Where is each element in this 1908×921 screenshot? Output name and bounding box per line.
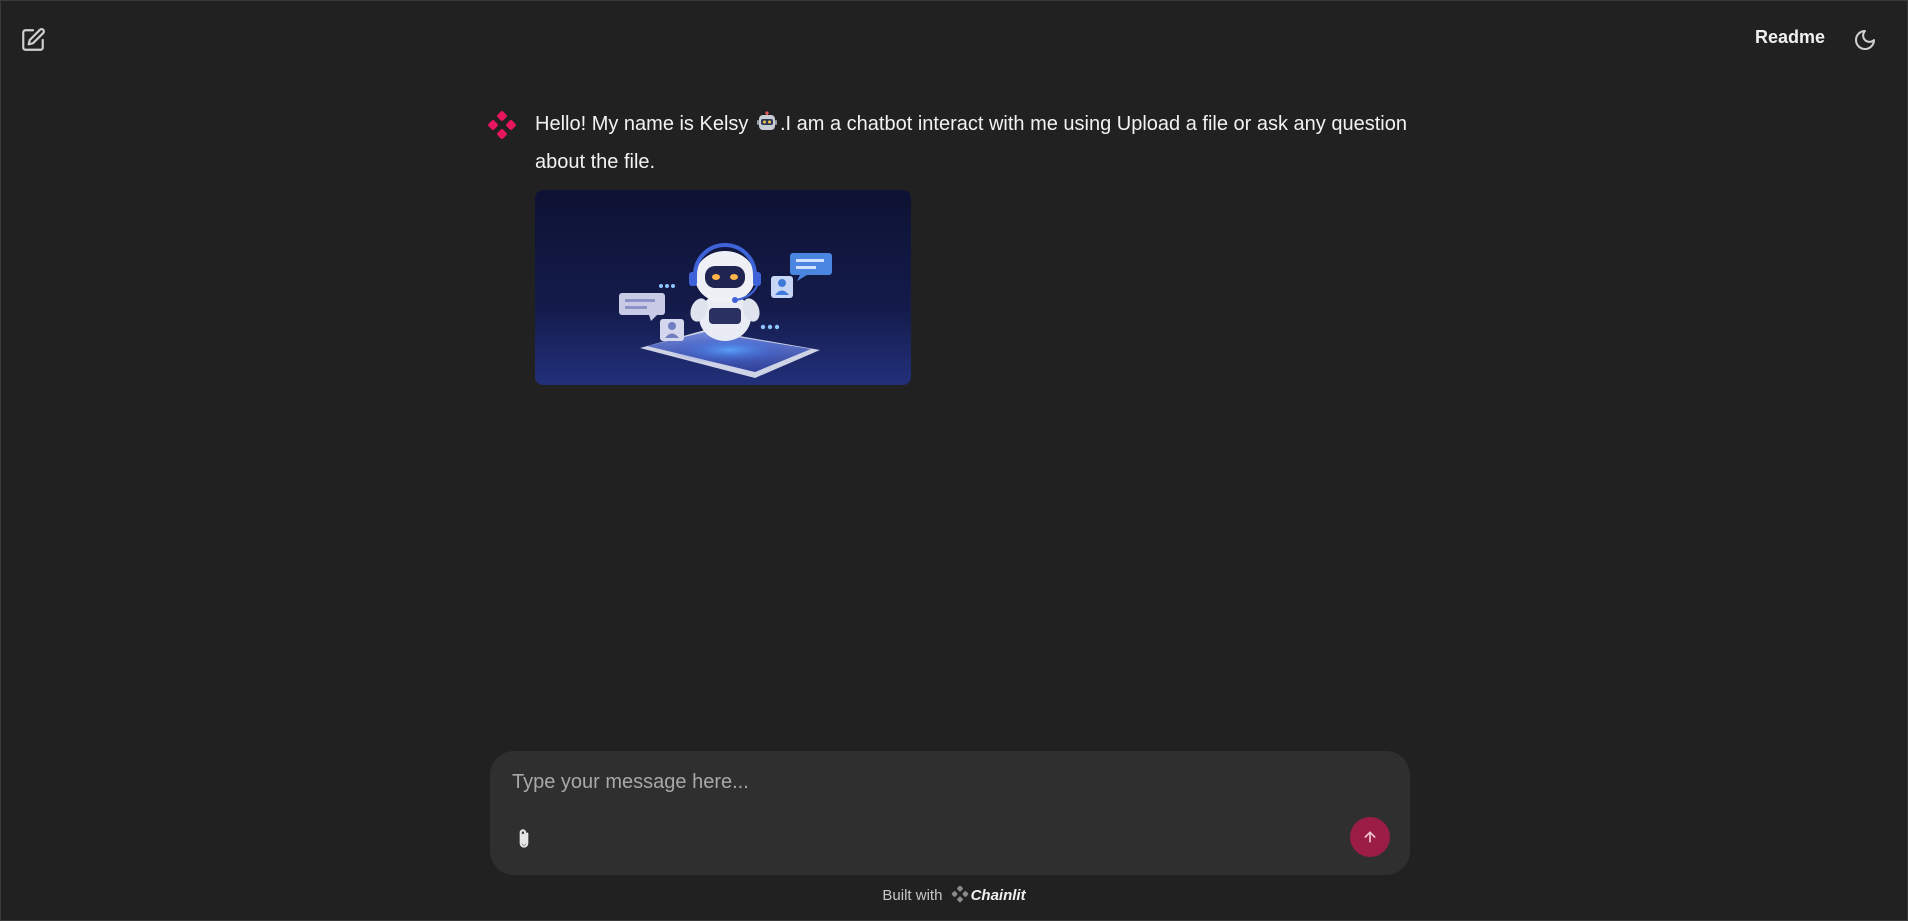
message-text-start: Hello! My name is Kelsy	[535, 113, 754, 135]
chainlit-footer-icon	[951, 885, 969, 907]
theme-toggle-button[interactable]	[1847, 22, 1883, 58]
chainlit-brand-link[interactable]: Chainlit	[971, 887, 1026, 904]
paperclip-icon	[519, 829, 529, 848]
chatbot-illustration[interactable]	[535, 190, 911, 385]
assistant-avatar	[487, 110, 517, 140]
send-button[interactable]	[1350, 817, 1390, 857]
edit-icon	[22, 28, 45, 51]
readme-button[interactable]: Readme	[1755, 27, 1825, 48]
message-body: Hello! My name is Kelsy .I am a chatbot …	[535, 107, 1407, 385]
attach-file-button[interactable]	[508, 823, 540, 855]
assistant-message: Hello! My name is Kelsy .I am a chatbot …	[487, 107, 1407, 385]
header: Readme	[1, 1, 1907, 77]
built-with-text: Built with	[882, 887, 943, 904]
message-composer	[490, 751, 1410, 875]
arrow-up-icon	[1364, 831, 1376, 843]
new-chat-button[interactable]	[15, 22, 51, 58]
moon-icon	[1855, 30, 1875, 50]
message-text: Hello! My name is Kelsy .I am a chatbot …	[535, 107, 1407, 180]
chainlit-logo-icon	[488, 111, 516, 139]
footer: Built with Chainlit	[1, 885, 1907, 907]
robot-icon	[756, 110, 778, 145]
app-window: Readme Hello! My name is Kelsy .I am a c…	[0, 0, 1908, 921]
message-input[interactable]	[510, 765, 1374, 799]
